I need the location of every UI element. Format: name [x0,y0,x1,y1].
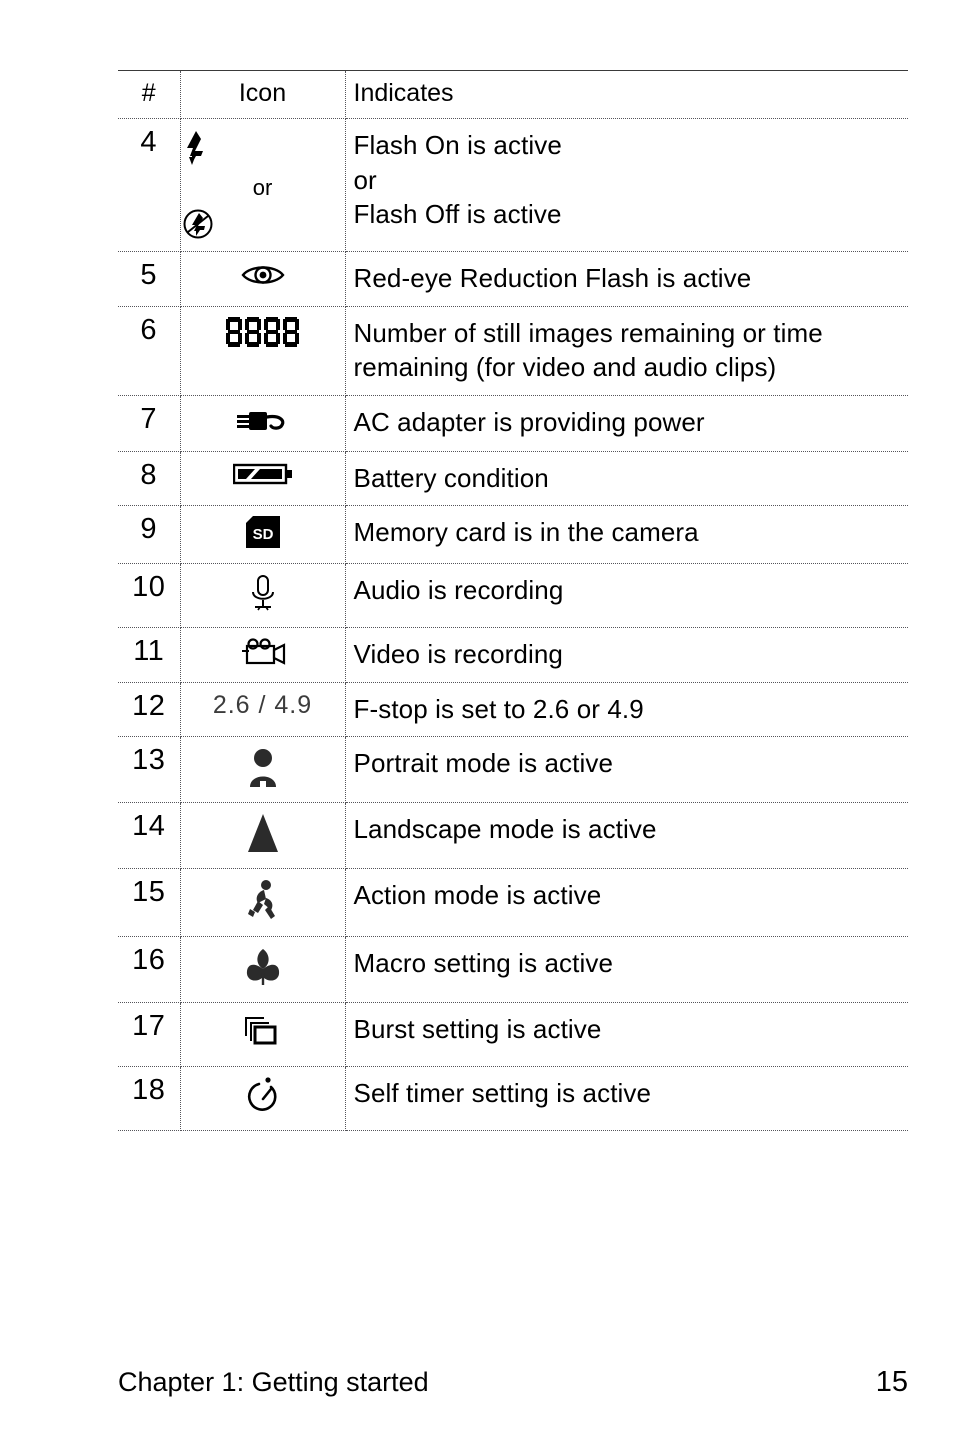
row-description: Battery condition [345,450,908,507]
column-header-indicates: Indicates [345,70,908,119]
row-description: Action mode is active [345,868,908,938]
row-description: F-stop is set to 2.6 or 4.9 [345,681,908,738]
row-number: 15 [118,868,181,938]
row-number: 6 [118,305,181,396]
battery-icon [232,462,293,486]
row-icon-cell: or [180,118,346,252]
row-number: 12 [118,681,181,738]
row-description: AC adapter is providing power [345,394,908,452]
table-row: 16 Macro setting is active [118,936,908,1004]
table-row: 12 2.6 / 4.9 F-stop is set to 2.6 or 4.9 [118,681,908,738]
f-stop-value-text: 2.6 / 4.9 [212,690,313,719]
document-page: # Icon Indicates 4 or Flash On is active… [0,0,954,1440]
row-number: 5 [118,251,181,307]
action-mode-icon [245,879,281,921]
table-row: 17 Burst setting is active [118,1002,908,1068]
row-description: Video is recording [345,627,908,683]
table-row: 5 Red-eye Reduction Flash is active [118,251,908,307]
row-icon-cell [180,251,346,307]
table-row: 10 Audio is recording [118,563,908,629]
row-number: 17 [118,1002,181,1068]
footer-chapter-label: Chapter 1: Getting started [118,1367,429,1397]
row-number: 9 [118,505,181,565]
row-description: Flash On is active or Flash Off is activ… [345,118,908,252]
camera-icon-legend-table: # Icon Indicates 4 or Flash On is active… [118,70,908,1132]
portrait-mode-icon [246,747,280,788]
flash-on-icon [181,129,345,167]
video-camera-icon [239,638,287,666]
row-number: 4 [118,118,181,252]
table-row: 11 Video is recording [118,627,908,683]
desc-line-1: Flash On is active or Flash Off is activ… [353,130,562,230]
row-icon-cell: 2.6 / 4.9 [180,681,346,738]
row-number: 11 [118,627,181,683]
row-description: Audio is recording [345,563,908,629]
table-body: 4 or Flash On is active or Flash Off is … [118,118,908,1132]
ac-adapter-plug-icon [235,406,291,436]
row-icon-cell [180,736,346,804]
row-icon-cell: SD [180,505,346,565]
table-row: 8 Battery condition [118,450,908,507]
row-icon-cell [180,936,346,1004]
row-icon-cell [180,450,346,507]
table-row: 13 Portrait mode is active [118,736,908,804]
sd-card-icon: SD [245,516,280,549]
self-timer-icon [245,1077,281,1115]
row-description: Memory card is in the camera [345,505,908,565]
burst-stack-icon [243,1013,283,1051]
row-icon-cell [180,305,346,396]
row-description: Burst setting is active [345,1002,908,1068]
row-icon-cell [180,1002,346,1068]
table-row: 15 Action mode is active [118,868,908,938]
macro-flower-icon [243,947,283,987]
row-description: Self timer setting is active [345,1066,908,1132]
row-icon-cell [180,394,346,452]
table-header: # Icon Indicates [118,70,908,119]
footer-page-number: 15 [875,1366,908,1398]
row-number: 14 [118,802,181,870]
row-number: 13 [118,736,181,804]
red-eye-reduction-icon [240,262,285,288]
table-row: 6 Number of still images remaining or ti… [118,305,908,396]
svg-text:SD: SD [252,526,273,543]
table-row: 7 AC adapter is providing power [118,394,908,452]
row-description: Macro setting is active [345,936,908,1004]
column-header-number: # [118,70,181,119]
table-row: 9 SD Memory card is in the camera [118,505,908,565]
row-icon-cell [180,802,346,870]
row-icon-cell [180,1066,346,1132]
icon-separator-label: or [252,175,273,200]
table-row: 14 Landscape mode is active [118,802,908,870]
row-icon-cell [180,627,346,683]
page-footer: Chapter 1: Getting started 15 [118,1368,908,1397]
row-number: 10 [118,563,181,629]
microphone-icon [247,574,279,612]
row-description: Number of still images remaining or time… [345,305,908,396]
table-row: 4 or Flash On is active or Flash Off is … [118,118,908,252]
row-number: 18 [118,1066,181,1132]
column-header-icon: Icon [180,70,346,119]
row-description: Landscape mode is active [345,802,908,870]
row-number: 7 [118,394,181,452]
row-description: Portrait mode is active [345,736,908,804]
flash-off-icon [181,207,345,241]
row-number: 8 [118,450,181,507]
table-row: 18 Self timer setting is active [118,1066,908,1132]
row-icon-cell [180,868,346,938]
row-number: 16 [118,936,181,1004]
landscape-mode-icon [245,813,281,853]
table-header-row: # Icon Indicates [118,70,908,119]
seven-segment-counter-icon [226,316,299,347]
row-description: Red-eye Reduction Flash is active [345,251,908,307]
row-icon-cell [180,563,346,629]
